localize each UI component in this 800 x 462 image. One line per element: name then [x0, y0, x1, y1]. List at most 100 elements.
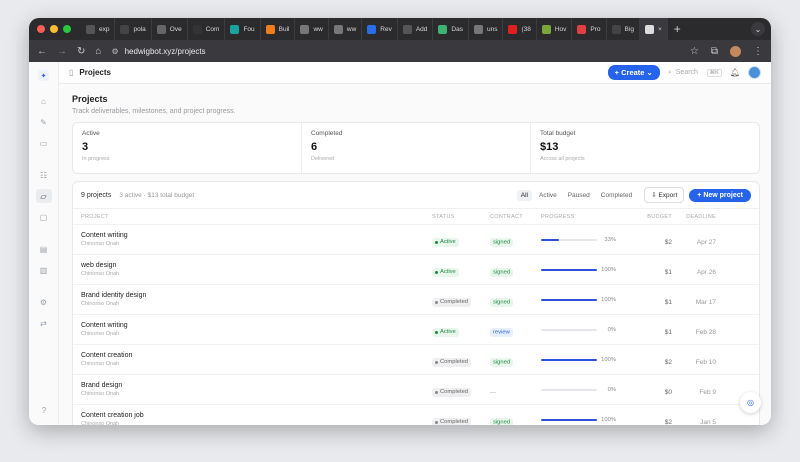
help-icon[interactable]: ?: [36, 403, 52, 417]
close-window-button[interactable]: [37, 25, 45, 33]
browser-tab[interactable]: Rev: [362, 18, 398, 40]
project-name[interactable]: Brand identity design: [81, 292, 432, 299]
status-cell: Completed: [432, 291, 490, 309]
project-name[interactable]: web design: [81, 262, 432, 269]
browser-tab[interactable]: Ove: [152, 18, 188, 40]
browser-tab[interactable]: Fou: [225, 18, 261, 40]
tab-label: Add: [415, 25, 428, 33]
deadline-value: Apr 26: [696, 268, 716, 276]
minimize-window-button[interactable]: [50, 25, 58, 33]
project-owner: Chinonso Onah: [81, 331, 120, 337]
budget-value: $2: [664, 238, 672, 246]
contract-cell: —: [490, 381, 541, 399]
project-name[interactable]: Content writing: [81, 232, 432, 239]
browser-tab[interactable]: pola: [115, 18, 152, 40]
table-row[interactable]: Content writing Chinonso Onah Active signed…: [73, 224, 759, 254]
browser-tab[interactable]: Com: [188, 18, 226, 40]
project-name[interactable]: Brand design: [81, 382, 432, 389]
table-row[interactable]: Content creation job Chinonso Onah Complet…: [73, 404, 759, 425]
project-owner: Chinonso Onah: [81, 361, 120, 367]
browser-tab[interactable]: Das: [433, 18, 469, 40]
new-tab-button[interactable]: +: [668, 22, 687, 36]
filter-tab-active[interactable]: Active: [535, 190, 561, 201]
pin-nav-icon[interactable]: ✎: [36, 115, 52, 129]
stat-card: Active 3 In progress: [73, 123, 302, 173]
project-owner: Chinonso Onah: [81, 241, 120, 247]
extensions-icon[interactable]: ⧉: [711, 46, 718, 57]
sidebar: ✦ ⌂ ✎ ▭ ☷ ▱ ▢ ▤ ▥ ⚙ ⇄ ?: [29, 62, 59, 425]
browser-tab[interactable]: ww: [329, 18, 363, 40]
address-bar[interactable]: ⚙ hedwigbot.xyz/projects: [111, 47, 679, 56]
wallet-nav-icon[interactable]: ▢: [36, 210, 52, 224]
back-icon[interactable]: ←: [37, 46, 47, 57]
browser-tab[interactable]: Buil: [261, 18, 296, 40]
profile-avatar[interactable]: [730, 45, 741, 57]
stat-value: $13: [540, 141, 559, 153]
status-text: Completed: [440, 359, 469, 365]
stat-label: Active: [82, 130, 100, 137]
browser-tab[interactable]: Add: [398, 18, 434, 40]
browser-tab[interactable]: uns: [469, 18, 504, 40]
browser-tab[interactable]: Big: [607, 18, 640, 40]
projects-table-card: 9 projects 3 active · $13 total budget A…: [72, 181, 760, 425]
new-project-button[interactable]: + New project: [689, 188, 751, 202]
forward-icon[interactable]: →: [57, 46, 67, 57]
table-row[interactable]: Brand design Chinonso Onah Completed — 0% $0 F…: [73, 374, 759, 404]
integrations-nav-icon[interactable]: ⇄: [36, 316, 52, 330]
table-row[interactable]: Content writing Chinonso Onah Active review…: [73, 314, 759, 344]
status-dot-icon: [435, 270, 438, 274]
contract-badge: —: [490, 389, 496, 396]
inbox-nav-icon[interactable]: ▭: [36, 136, 52, 150]
notifications-icon[interactable]: 🔔︎: [730, 68, 740, 77]
project-name[interactable]: Content writing: [81, 322, 432, 329]
deadline-value: Jan 5: [700, 418, 716, 426]
table-row[interactable]: Content creation Chinonso Onah Completed si…: [73, 344, 759, 374]
settings-nav-icon[interactable]: ⚙: [36, 295, 52, 309]
search-input[interactable]: ⌕ Search ⌘K: [668, 68, 722, 77]
maximize-window-button[interactable]: [63, 25, 71, 33]
status-badge: Completed: [432, 417, 472, 425]
project-owner: Chinonso Onah: [81, 391, 120, 397]
progress-bar: [541, 418, 597, 421]
filter-tab-all[interactable]: All: [516, 189, 533, 201]
browser-tab[interactable]: ×: [639, 18, 668, 40]
progress-percent: 100%: [601, 416, 616, 423]
browser-tab[interactable]: exp: [81, 18, 116, 40]
clients-nav-icon[interactable]: ☷: [36, 168, 52, 182]
project-name[interactable]: Content creation job: [81, 412, 432, 419]
browser-tab[interactable]: Pro: [572, 18, 607, 40]
site-settings-icon[interactable]: ⚙: [111, 47, 118, 56]
export-button[interactable]: ⇩ Export: [644, 187, 685, 203]
projects-nav-icon[interactable]: ▱: [35, 189, 52, 203]
tab-search-icon[interactable]: ⌄: [751, 22, 765, 36]
column-header: STATUS: [432, 213, 455, 220]
home-icon[interactable]: ⌂: [95, 46, 101, 57]
home-nav-icon[interactable]: ⌂: [36, 94, 52, 108]
browser-tab[interactable]: (38: [503, 18, 537, 40]
help-chat-button[interactable]: ◎: [740, 392, 761, 413]
documents-nav-icon[interactable]: ▤: [36, 242, 52, 256]
files-nav-icon[interactable]: ▥: [36, 263, 52, 277]
create-button[interactable]: + Create ⌄: [607, 65, 660, 80]
deadline-cell: Mar 17: [672, 291, 716, 309]
browser-tab[interactable]: Hov: [537, 18, 573, 40]
app-logo-icon[interactable]: ✦: [38, 70, 49, 81]
browser-tab[interactable]: ww: [295, 18, 329, 40]
stat-note: In progress: [82, 156, 110, 162]
project-cell: Content writing Chinonso Onah: [81, 232, 432, 247]
contract-badge: review: [490, 328, 513, 337]
table-row[interactable]: Brand identity design Chinonso Onah Comple…: [73, 284, 759, 314]
status-cell: Active: [432, 231, 490, 249]
browser-menu-icon[interactable]: ⋮: [753, 46, 763, 57]
filter-tab-paused[interactable]: Paused: [564, 190, 594, 201]
bookmark-star-icon[interactable]: ☆: [690, 46, 699, 57]
reload-icon[interactable]: ↻: [77, 46, 85, 57]
table-row[interactable]: web design Chinonso Onah Active signed 100% $…: [73, 254, 759, 284]
tab-label: ww: [313, 25, 323, 33]
sidebar-toggle-icon[interactable]: ▯: [69, 68, 73, 77]
tab-label: exp: [99, 25, 110, 33]
user-avatar[interactable]: [748, 66, 761, 79]
project-name[interactable]: Content creation: [81, 352, 432, 359]
filter-tab-completed[interactable]: Completed: [597, 190, 636, 201]
budget-cell: $1: [644, 261, 672, 279]
